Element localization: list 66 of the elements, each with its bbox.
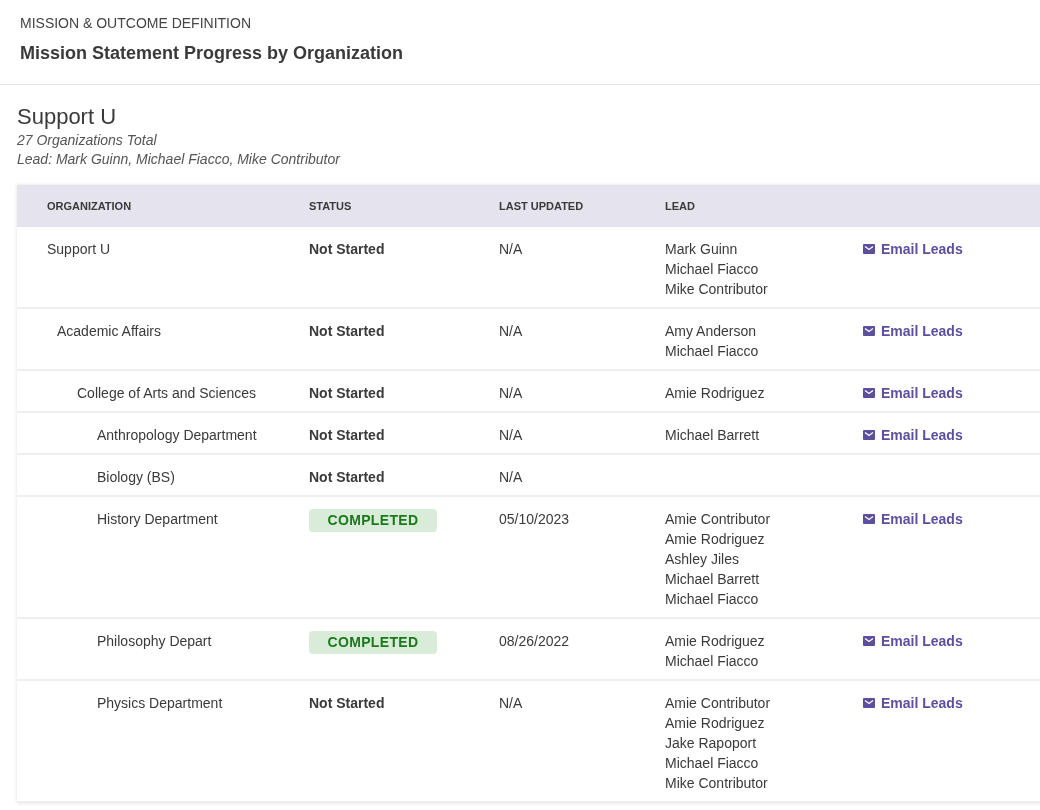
status-badge: COMPLETED bbox=[309, 631, 437, 654]
envelope-icon bbox=[863, 514, 875, 524]
last-updated: N/A bbox=[499, 469, 523, 485]
organization-name: College of Arts and Sciences bbox=[77, 385, 256, 401]
status-badge: COMPLETED bbox=[309, 509, 437, 532]
status-text: Not Started bbox=[309, 323, 385, 339]
page-title: Mission Statement Progress by Organization bbox=[20, 42, 405, 64]
lead-name: Amie Rodriguez bbox=[665, 530, 766, 549]
organization-name: Philosophy Depart bbox=[97, 633, 212, 649]
last-updated: N/A bbox=[499, 385, 523, 401]
lead-name: Amie Rodriguez bbox=[665, 714, 766, 733]
organization-name: Support U bbox=[47, 241, 111, 257]
last-updated: N/A bbox=[499, 323, 523, 339]
email-leads-link[interactable]: Email Leads bbox=[863, 383, 963, 403]
lead-name: Michael Barrett bbox=[665, 426, 761, 445]
lead-name: Michael Fiacco bbox=[665, 342, 760, 361]
lead-name: Amy Anderson bbox=[665, 322, 758, 341]
lead-name: Amie Rodriguez bbox=[665, 384, 766, 403]
last-updated: N/A bbox=[499, 695, 523, 711]
envelope-icon bbox=[863, 698, 875, 708]
last-updated: 08/26/2022 bbox=[499, 633, 570, 649]
envelope-icon bbox=[863, 430, 875, 440]
lead-name: Michael Fiacco bbox=[665, 590, 760, 609]
lead-name: Amie Contributor bbox=[665, 510, 772, 529]
lead-name: Mark Guinn bbox=[665, 240, 739, 259]
organization-title: Support U bbox=[17, 103, 118, 131]
leads-summary: Lead: Mark Guinn, Michael Fiacco, Mike Contributor bbox=[17, 150, 342, 169]
email-leads-link[interactable]: Email Leads bbox=[863, 425, 963, 445]
column-header: STATUS bbox=[309, 199, 352, 212]
status-text: Not Started bbox=[309, 385, 385, 401]
email-leads-link[interactable]: Email Leads bbox=[863, 631, 963, 651]
lead-name: Michael Fiacco bbox=[665, 754, 760, 773]
envelope-icon bbox=[863, 388, 875, 398]
organization-name: Biology (BS) bbox=[97, 469, 175, 485]
lead-name: Amie Rodriguez bbox=[665, 632, 766, 651]
organization-name: Academic Affairs bbox=[57, 323, 161, 339]
email-leads-link[interactable]: Email Leads bbox=[863, 321, 963, 341]
email-leads-link[interactable]: Email Leads bbox=[863, 239, 963, 259]
envelope-icon bbox=[863, 636, 875, 646]
envelope-icon bbox=[863, 244, 875, 254]
organizations-total: 27 Organizations Total bbox=[17, 131, 158, 150]
email-leads-link[interactable]: Email Leads bbox=[863, 509, 963, 529]
last-updated: 05/10/2023 bbox=[499, 511, 570, 527]
lead-name: Michael Fiacco bbox=[665, 260, 760, 279]
last-updated: N/A bbox=[499, 427, 523, 443]
lead-name: Mike Contributor bbox=[665, 280, 769, 299]
lead-name: Mike Contributor bbox=[665, 774, 769, 793]
section-label: MISSION & OUTCOME DEFINITION bbox=[20, 14, 252, 32]
status-text: Not Started bbox=[309, 469, 385, 485]
email-leads-link[interactable]: Email Leads bbox=[863, 693, 963, 713]
status-text: Not Started bbox=[309, 241, 385, 257]
column-header: ORGANIZATION bbox=[47, 199, 132, 212]
envelope-icon bbox=[863, 326, 875, 336]
status-text: Not Started bbox=[309, 427, 385, 443]
organization-name: History Department bbox=[97, 511, 218, 527]
organization-name: Physics Department bbox=[97, 695, 223, 711]
column-header: LEAD bbox=[665, 199, 695, 212]
lead-name: Ashley Jiles bbox=[665, 550, 740, 569]
lead-name: Michael Barrett bbox=[665, 570, 761, 589]
last-updated: N/A bbox=[499, 241, 523, 257]
lead-name: Michael Fiacco bbox=[665, 652, 760, 671]
status-text: Not Started bbox=[309, 695, 385, 711]
lead-name: Jake Rapoport bbox=[665, 734, 758, 753]
column-header: LAST UPDATED bbox=[499, 199, 584, 212]
organization-name: Anthropology Department bbox=[97, 427, 257, 443]
lead-name: Amie Contributor bbox=[665, 694, 772, 713]
